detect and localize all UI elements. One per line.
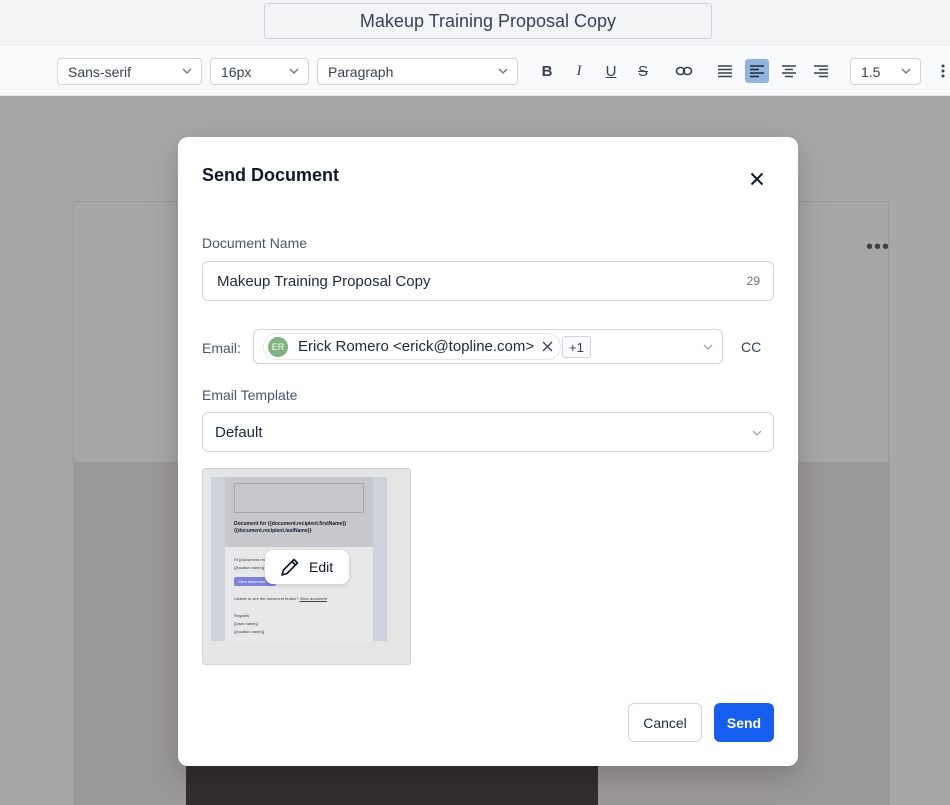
email-label: Email:	[202, 340, 241, 356]
preview-link: View document	[299, 596, 327, 601]
avatar: ER	[268, 336, 288, 357]
close-icon	[750, 172, 764, 186]
font-family-value: Sans-serif	[68, 63, 132, 80]
align-right-icon	[814, 65, 828, 78]
email-template-label: Email Template	[202, 387, 298, 403]
preview-fallback-text: Unable to see the document button? View …	[234, 596, 327, 601]
recipient-name: Erick Romero <erick@topline.com>	[298, 338, 535, 355]
block-type-value: Paragraph	[328, 63, 394, 80]
chevron-down-icon	[289, 68, 299, 74]
italic-button[interactable]: I	[567, 59, 591, 83]
character-counter: 29	[746, 274, 760, 288]
preview-header: Document for {{document.recipient.firstN…	[225, 477, 373, 547]
send-document-modal: Send Document Document Name Makeup Train…	[178, 137, 798, 766]
line-height-value: 1.5	[861, 63, 881, 80]
send-button[interactable]: Send	[714, 703, 774, 742]
preview-sender: {{user.name}}	[234, 621, 259, 626]
bold-button[interactable]: B	[535, 59, 559, 83]
preview-heading: Document for {{document.recipient.firstN…	[234, 521, 347, 534]
preview-image-placeholder	[234, 483, 364, 513]
align-left-button[interactable]	[745, 59, 769, 83]
email-template-select[interactable]: Default	[202, 412, 774, 452]
chevron-down-icon	[498, 68, 508, 74]
link-icon	[675, 66, 693, 76]
document-name-input[interactable]: Makeup Training Proposal Copy 29	[202, 261, 774, 301]
recipient-chip[interactable]: ER Erick Romero <erick@topline.com>	[263, 333, 562, 360]
underline-button[interactable]: U	[599, 59, 623, 83]
more-toolbar-icon[interactable]	[936, 59, 950, 83]
chevron-down-icon[interactable]	[702, 341, 714, 353]
align-right-button[interactable]	[809, 59, 833, 83]
preview-regards: Regards	[234, 613, 250, 618]
align-justify-icon	[718, 65, 732, 78]
line-height-select[interactable]: 1.5	[850, 58, 921, 85]
remove-recipient-icon[interactable]	[540, 340, 554, 354]
cc-button[interactable]: CC	[741, 339, 761, 355]
chevron-down-icon	[901, 68, 911, 74]
document-name-value: Makeup Training Proposal Copy	[217, 272, 431, 290]
email-recipients-select[interactable]: ER Erick Romero <erick@topline.com> +1	[253, 329, 723, 364]
email-template-preview[interactable]: Document for {{document.recipient.firstN…	[202, 468, 411, 665]
font-size-select[interactable]: 16px	[210, 58, 309, 85]
align-center-icon	[782, 65, 796, 78]
email-template-value: Default	[215, 423, 263, 441]
edit-template-button[interactable]: Edit	[265, 550, 349, 584]
document-name-label: Document Name	[202, 235, 308, 251]
modal-title: Send Document	[202, 165, 340, 185]
align-left-icon	[750, 65, 764, 78]
block-type-select[interactable]: Paragraph	[317, 58, 518, 85]
font-family-select[interactable]: Sans-serif	[57, 58, 202, 85]
preview-location: {{location.name}}	[234, 629, 265, 634]
extra-recipients-badge[interactable]: +1	[562, 336, 591, 358]
strikethrough-button[interactable]: S	[631, 59, 655, 83]
cancel-button[interactable]: Cancel	[628, 703, 702, 742]
chevron-down-icon	[182, 68, 192, 74]
close-button[interactable]	[745, 167, 769, 191]
title-bar: Makeup Training Proposal Copy	[0, 0, 950, 46]
chevron-down-icon	[752, 430, 762, 436]
document-title-input[interactable]: Makeup Training Proposal Copy	[264, 3, 712, 39]
pencil-icon	[281, 558, 299, 576]
editor-toolbar: Sans-serif 16px Paragraph B I U S 1.5	[0, 47, 950, 96]
link-button[interactable]	[672, 59, 696, 83]
align-center-button[interactable]	[777, 59, 801, 83]
align-justify-button[interactable]	[713, 59, 737, 83]
edit-label: Edit	[309, 559, 334, 575]
font-size-value: 16px	[221, 63, 252, 80]
